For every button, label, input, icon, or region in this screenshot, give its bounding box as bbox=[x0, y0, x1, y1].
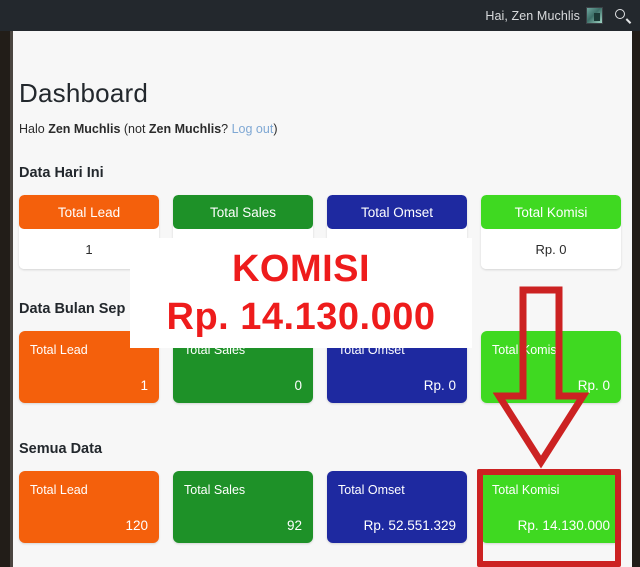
card-hari-total-lead[interactable]: Total Lead 1 bbox=[19, 195, 159, 269]
card-semua-total-lead[interactable]: Total Lead 120 bbox=[19, 471, 159, 543]
card-label: Total Sales bbox=[184, 343, 246, 357]
card-value: 1 bbox=[19, 229, 159, 269]
card-bulan-total-komisi[interactable]: Total Komisi Rp. 0 bbox=[481, 331, 621, 403]
card-row-bulan: Total Lead 1 Total Sales 0 Total Omset R… bbox=[19, 331, 624, 403]
card-value: Rp. 0 bbox=[577, 378, 610, 393]
user-avatar-thumbnail-icon[interactable] bbox=[586, 7, 603, 24]
greeting-suffix: ) bbox=[273, 122, 278, 136]
card-value: 1 bbox=[140, 378, 148, 393]
card-semua-total-sales[interactable]: Total Sales 92 bbox=[173, 471, 313, 543]
card-hari-total-sales[interactable]: Total Sales bbox=[173, 195, 313, 269]
card-label: Total Sales bbox=[184, 483, 246, 497]
card-hari-total-komisi[interactable]: Total Komisi Rp. 0 bbox=[481, 195, 621, 269]
card-bulan-total-sales[interactable]: Total Sales 0 bbox=[173, 331, 313, 403]
card-value: Rp. 52.551.329 bbox=[363, 518, 456, 533]
card-label: Total Omset bbox=[327, 195, 467, 229]
card-value: 0 bbox=[294, 378, 302, 393]
card-hari-total-omset[interactable]: Total Omset bbox=[327, 195, 467, 269]
card-bulan-total-omset[interactable]: Total Omset Rp. 0 bbox=[327, 331, 467, 403]
section-heading-semua-data: Semua Data bbox=[19, 441, 103, 457]
card-semua-total-omset[interactable]: Total Omset Rp. 52.551.329 bbox=[327, 471, 467, 543]
card-value: Rp. 0 bbox=[423, 378, 456, 393]
card-value bbox=[327, 229, 467, 269]
search-icon[interactable] bbox=[614, 8, 632, 24]
card-value: Rp. 0 bbox=[481, 229, 621, 269]
card-label: Total Komisi bbox=[492, 483, 560, 497]
greeting-username: Zen Muchlis bbox=[48, 122, 121, 136]
card-row-semua-data: Total Lead 120 Total Sales 92 Total Omse… bbox=[19, 471, 624, 543]
greeting-question: ? bbox=[221, 122, 232, 136]
page-surface: Dashboard Halo Zen Muchlis (not Zen Much… bbox=[10, 31, 632, 567]
greeting-prefix: Halo bbox=[19, 122, 49, 136]
card-label: Total Sales bbox=[173, 195, 313, 229]
greeting-mid: (not bbox=[120, 122, 149, 136]
admin-bar: Hai, Zen Muchlis bbox=[0, 0, 640, 31]
card-label: Total Lead bbox=[19, 195, 159, 229]
section-heading-hari-ini: Data Hari Ini bbox=[19, 165, 104, 181]
card-row-hari-ini: Total Lead 1 Total Sales Total Omset Tot… bbox=[19, 195, 624, 269]
dashboard-content: Dashboard Halo Zen Muchlis (not Zen Much… bbox=[13, 31, 632, 567]
card-label: Total Omset bbox=[338, 343, 405, 357]
greeting-line: Halo Zen Muchlis (not Zen Muchlis? Log o… bbox=[19, 122, 277, 136]
logout-link[interactable]: Log out bbox=[232, 122, 274, 136]
card-value: 120 bbox=[125, 518, 148, 533]
card-label: Total Lead bbox=[30, 483, 88, 497]
page-title: Dashboard bbox=[19, 78, 148, 108]
page-frame: Dashboard Halo Zen Muchlis (not Zen Much… bbox=[0, 31, 640, 567]
section-heading-bulan: Data Bulan Sep bbox=[19, 301, 126, 317]
card-label: Total Lead bbox=[30, 343, 88, 357]
card-bulan-total-lead[interactable]: Total Lead 1 bbox=[19, 331, 159, 403]
greeting-username-alt: Zen Muchlis bbox=[148, 122, 222, 136]
card-label: Total Komisi bbox=[481, 195, 621, 229]
card-label: Total Omset bbox=[338, 483, 405, 497]
card-value: 92 bbox=[286, 518, 302, 533]
card-semua-total-komisi[interactable]: Total Komisi Rp. 14.130.000 bbox=[481, 471, 621, 543]
card-value: Rp. 14.130.000 bbox=[517, 518, 610, 533]
admin-bar-greeting[interactable]: Hai, Zen Muchlis bbox=[485, 9, 580, 23]
card-label: Total Komisi bbox=[492, 343, 560, 357]
card-value bbox=[173, 229, 313, 269]
